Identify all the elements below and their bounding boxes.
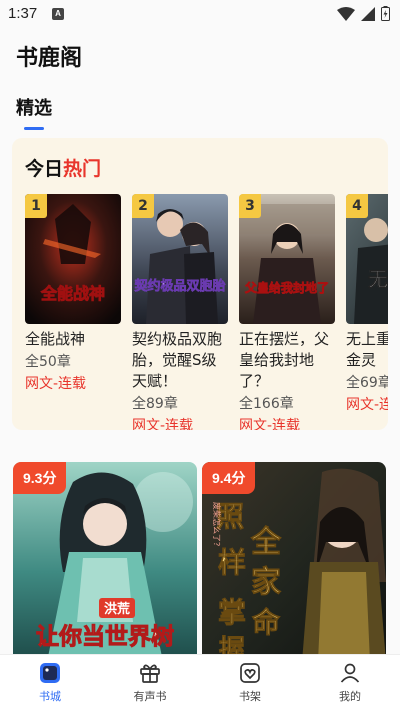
cover-title-text: 契约极品双胞胎 — [133, 278, 225, 294]
tab-indicator — [24, 127, 44, 130]
score-badge: 9.3分 — [13, 462, 67, 494]
book-title[interactable]: 正在摆烂，父皇给我封地了？ — [239, 329, 335, 392]
cover-subtitle-text: 废柴怎么了？ — [212, 502, 222, 550]
battery-icon — [381, 6, 390, 21]
cover-title-text: 全能战神 — [40, 284, 105, 303]
book-title[interactable]: 无上重骨，拜金灵 — [346, 329, 388, 371]
cover-title-text: 无上 — [368, 267, 388, 291]
cover-title-char: 样 — [218, 546, 246, 579]
hot-book-card[interactable]: 全能战神 1 全能战神 全50章 网文-连载 — [25, 194, 121, 394]
featured-book-card[interactable]: 照 样 全 家 掌 命 握 废柴怎么了？ 9.4分 — [202, 462, 386, 662]
tab-featured[interactable]: 精选 — [16, 94, 52, 120]
bookshelf-heart-icon — [240, 663, 260, 683]
hot-book-card[interactable]: 契约极品双胞胎 2 契约极品双胞胎，觉醒S级天赋！ 全89章 网文-连载 — [132, 194, 228, 430]
hot-today-section: 今日热门 全能战神 1 全能战神 全50章 网文-连载 契约极品双胞胎 2 契约… — [12, 138, 388, 430]
section-title-hot: 热门 — [63, 158, 102, 180]
rank-badge: 1 — [25, 194, 47, 218]
book-cover[interactable]: 无上 4 — [346, 194, 388, 324]
notification-badge-icon: A — [52, 8, 64, 20]
book-cover[interactable]: 契约极品双胞胎 2 — [132, 194, 228, 324]
rank-badge: 2 — [132, 194, 154, 218]
nav-item-profile[interactable]: 我的 — [300, 655, 400, 710]
book-cover[interactable]: 全能战神 1 — [25, 194, 121, 324]
cover-title-char: 全 — [250, 525, 282, 560]
rank-badge: 3 — [239, 194, 261, 218]
nav-label: 书城 — [39, 690, 61, 703]
wifi-icon — [337, 6, 355, 21]
bookstore-icon — [40, 663, 60, 683]
cover-tag-text: 洪荒 — [104, 601, 130, 617]
nav-label: 我的 — [339, 690, 361, 703]
cover-title-text: 让你当世界树 — [36, 623, 174, 650]
nav-item-audiobooks[interactable]: 有声书 — [100, 655, 200, 710]
score-badge: 9.4分 — [202, 462, 256, 494]
book-title[interactable]: 契约极品双胞胎，觉醒S级天赋！ — [132, 329, 228, 392]
nav-item-bookstore[interactable]: 书城 — [0, 655, 100, 710]
status-time: 1:37 — [8, 5, 38, 22]
book-title[interactable]: 全能战神 — [25, 329, 121, 350]
status-bar: 1:37 A — [0, 0, 400, 28]
book-tag: 网文-连载 — [239, 418, 301, 430]
chapter-count: 全50章 — [25, 354, 71, 370]
signal-icon — [361, 6, 375, 21]
book-tag: 网文-连载 — [132, 418, 194, 430]
cover-title-char: 命 — [252, 606, 281, 639]
featured-book-card[interactable]: 洪荒 让你当世界树 9.3分 — [13, 462, 197, 662]
hot-book-card[interactable]: 无上 4 无上重骨，拜金灵 全69章 网文-连载 — [346, 194, 388, 415]
book-cover[interactable]: 父皇给我封地了 3 — [239, 194, 335, 324]
app-title: 书鹿阁 — [16, 46, 83, 71]
rank-badge: 4 — [346, 194, 368, 218]
nav-item-bookshelf[interactable]: 书架 — [200, 655, 300, 710]
bottom-navigation: 书城 有声书 书架 我的 — [0, 654, 400, 710]
section-title: 今日热门 — [25, 154, 101, 181]
status-icons — [337, 6, 390, 21]
book-tag: 网文-连载 — [25, 376, 87, 392]
cover-title-char: 掌 — [218, 596, 246, 629]
hot-book-card[interactable]: 父皇给我封地了 3 正在摆烂，父皇给我封地了？ 全166章 网文-连载 — [239, 194, 335, 430]
cover-title-text: 父皇给我封地了 — [244, 280, 329, 295]
cover-title-char: 家 — [251, 565, 281, 600]
nav-label: 有声书 — [133, 690, 167, 703]
chapter-count: 全89章 — [132, 396, 178, 412]
gift-icon — [140, 664, 160, 683]
chapter-count: 全166章 — [239, 396, 294, 412]
section-title-today: 今日 — [25, 158, 64, 180]
nav-label: 书架 — [239, 690, 261, 703]
profile-icon — [340, 663, 360, 683]
book-tag: 网文-连载 — [346, 397, 388, 413]
chapter-count: 全69章 — [346, 375, 388, 391]
